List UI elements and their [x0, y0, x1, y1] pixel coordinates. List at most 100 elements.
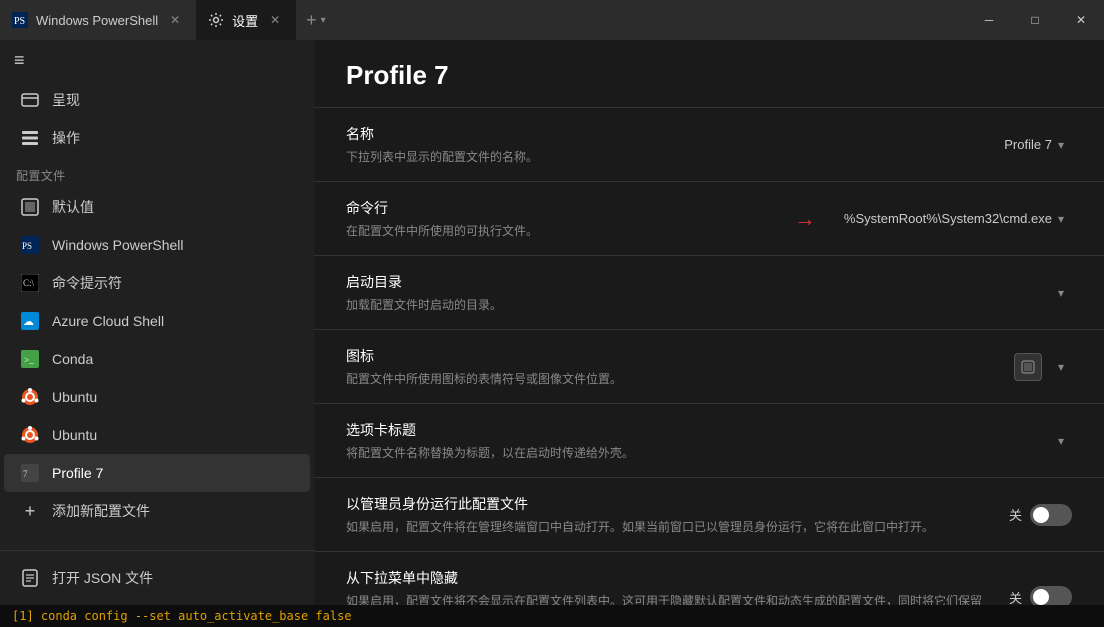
terminal-text: [1] conda config --set auto_activate_bas…	[12, 609, 352, 623]
sidebar-item-actions[interactable]: 操作	[4, 119, 310, 157]
default-icon	[20, 197, 40, 217]
new-tab-icon: +	[306, 10, 317, 31]
window-controls: ─ □ ✕	[966, 0, 1104, 40]
tab-settings-label: 设置	[232, 11, 258, 30]
sidebar-item-azure-label: Azure Cloud Shell	[52, 313, 164, 329]
conda-icon: >_	[20, 349, 40, 369]
admin-toggle-container: 关	[1009, 504, 1072, 526]
ubuntu2-icon	[20, 425, 40, 445]
actions-icon	[20, 128, 40, 148]
settings-row-hide: 从下拉菜单中隐藏 如果启用，配置文件将不会显示在配置文件列表中。这可用于隐藏默认…	[314, 551, 1104, 605]
tab-powershell[interactable]: PS Windows PowerShell ✕	[0, 0, 196, 40]
tab-powershell-close[interactable]: ✕	[166, 11, 184, 29]
hide-label: 从下拉菜单中隐藏	[346, 568, 993, 588]
ubuntu1-icon	[20, 387, 40, 407]
profiles-section-label: 配置文件	[0, 157, 314, 188]
new-tab-chevron: ▾	[321, 15, 326, 26]
sidebar-item-cmd-label: 命令提示符	[52, 273, 122, 293]
azure-icon: ☁	[20, 311, 40, 331]
main-layout: ≡ 呈现 操作 配置文件	[0, 40, 1104, 605]
command-chevron-icon: ▾	[1058, 212, 1064, 226]
sidebar-item-cmd[interactable]: C:\ 命令提示符	[4, 264, 310, 302]
admin-toggle[interactable]	[1030, 504, 1072, 526]
minimize-button[interactable]: ─	[966, 0, 1012, 40]
svg-text:PS: PS	[14, 16, 25, 27]
icon-label: 图标	[346, 346, 998, 366]
startdir-chevron-icon: ▾	[1058, 286, 1064, 300]
tab-powershell-label: Windows PowerShell	[36, 13, 158, 28]
sidebar-item-ubuntu2[interactable]: Ubuntu	[4, 416, 310, 454]
settings-row-icon: 图标 配置文件中所使用图标的表情符号或图像文件位置。 ▾	[314, 329, 1104, 403]
hide-toggle-container: 关	[1009, 586, 1072, 605]
sidebar-item-default[interactable]: 默认值	[4, 188, 310, 226]
settings-row-startdir: 启动目录 加载配置文件时启动的目录。 ▾	[314, 255, 1104, 329]
command-label: 命令行	[346, 198, 778, 218]
icon-preview	[1014, 353, 1042, 381]
startdir-label: 启动目录	[346, 272, 1034, 292]
admin-label: 以管理员身份运行此配置文件	[346, 494, 993, 514]
powershell-icon: PS	[20, 235, 40, 255]
cmd-icon: C:\	[20, 273, 40, 293]
sidebar-item-appearance-label: 呈现	[52, 90, 80, 110]
icon-dropdown[interactable]: ▾	[1050, 356, 1072, 378]
command-value: %SystemRoot%\System32\cmd.exe	[844, 211, 1052, 226]
page-title: Profile 7	[314, 40, 1104, 107]
name-desc: 下拉列表中显示的配置文件的名称。	[346, 148, 980, 165]
tabtitle-dropdown[interactable]: ▾	[1050, 430, 1072, 452]
sidebar-item-ubuntu2-label: Ubuntu	[52, 427, 97, 443]
name-dropdown[interactable]: Profile 7 ▾	[996, 133, 1072, 156]
appearance-icon	[20, 90, 40, 110]
name-value: Profile 7	[1004, 137, 1052, 152]
icon-chevron-icon: ▾	[1058, 360, 1064, 374]
new-tab-button[interactable]: + ▾	[296, 10, 336, 31]
sidebar-add-profile[interactable]: + 添加新配置文件	[4, 492, 310, 530]
settings-row-command: 命令行 在配置文件中所使用的可执行文件。 → %SystemRoot%\Syst…	[314, 181, 1104, 255]
json-icon	[20, 568, 40, 588]
profile7-icon: 7	[20, 463, 40, 483]
sidebar-item-default-label: 默认值	[52, 197, 94, 217]
sidebar-menu-button[interactable]: ≡	[0, 40, 314, 81]
hide-toggle[interactable]	[1030, 586, 1072, 605]
sidebar-item-azure[interactable]: ☁ Azure Cloud Shell	[4, 302, 310, 340]
tab-settings-close[interactable]: ✕	[266, 11, 284, 29]
admin-toggle-off-label: 关	[1009, 505, 1022, 524]
sidebar-item-conda[interactable]: >_ Conda	[4, 340, 310, 378]
sidebar-item-conda-label: Conda	[52, 351, 93, 367]
close-button[interactable]: ✕	[1058, 0, 1104, 40]
sidebar-item-ubuntu1[interactable]: Ubuntu	[4, 378, 310, 416]
open-json-button[interactable]: 打开 JSON 文件	[4, 559, 310, 597]
hamburger-icon: ≡	[14, 50, 25, 71]
admin-toggle-knob	[1033, 507, 1049, 523]
sidebar-item-powershell-label: Windows PowerShell	[52, 237, 184, 253]
sidebar: ≡ 呈现 操作 配置文件	[0, 40, 314, 605]
powershell-tab-icon: PS	[12, 12, 28, 28]
open-json-label: 打开 JSON 文件	[52, 568, 153, 588]
sidebar-item-profile7[interactable]: 7 Profile 7	[4, 454, 310, 492]
terminal-bar: [1] conda config --set auto_activate_bas…	[0, 605, 1104, 627]
tabtitle-label: 选项卡标题	[346, 420, 1034, 440]
sidebar-footer: 打开 JSON 文件	[0, 550, 314, 597]
svg-text:7: 7	[23, 469, 28, 479]
hide-toggle-off-label: 关	[1009, 588, 1022, 606]
svg-text:C:\: C:\	[23, 278, 35, 288]
svg-text:☁: ☁	[23, 316, 34, 328]
settings-row-admin: 以管理员身份运行此配置文件 如果启用，配置文件将在管理终端窗口中自动打开。如果当…	[314, 477, 1104, 551]
icon-desc: 配置文件中所使用图标的表情符号或图像文件位置。	[346, 370, 998, 387]
svg-text:PS: PS	[22, 241, 32, 251]
content-area: Profile 7 名称 下拉列表中显示的配置文件的名称。 Profile 7 …	[314, 40, 1104, 605]
maximize-button[interactable]: □	[1012, 0, 1058, 40]
red-arrow-icon: →	[794, 206, 816, 232]
tabtitle-desc: 将配置文件名称替换为标题，以在启动时传递给外壳。	[346, 444, 1034, 461]
add-icon: +	[20, 501, 40, 521]
command-dropdown[interactable]: %SystemRoot%\System32\cmd.exe ▾	[836, 207, 1072, 230]
sidebar-item-powershell[interactable]: PS Windows PowerShell	[4, 226, 310, 264]
settings-row-tabtitle: 选项卡标题 将配置文件名称替换为标题，以在启动时传递给外壳。 ▾	[314, 403, 1104, 477]
name-chevron-icon: ▾	[1058, 138, 1064, 152]
sidebar-item-appearance[interactable]: 呈现	[4, 81, 310, 119]
sidebar-add-label: 添加新配置文件	[52, 501, 150, 521]
hide-desc: 如果启用，配置文件将不会显示在配置文件列表中。这可用于隐藏默认配置文件和动态生成…	[346, 592, 993, 605]
sidebar-item-actions-label: 操作	[52, 128, 80, 148]
startdir-dropdown[interactable]: ▾	[1050, 282, 1072, 304]
tab-settings[interactable]: 设置 ✕	[196, 0, 296, 40]
sidebar-item-ubuntu1-label: Ubuntu	[52, 389, 97, 405]
